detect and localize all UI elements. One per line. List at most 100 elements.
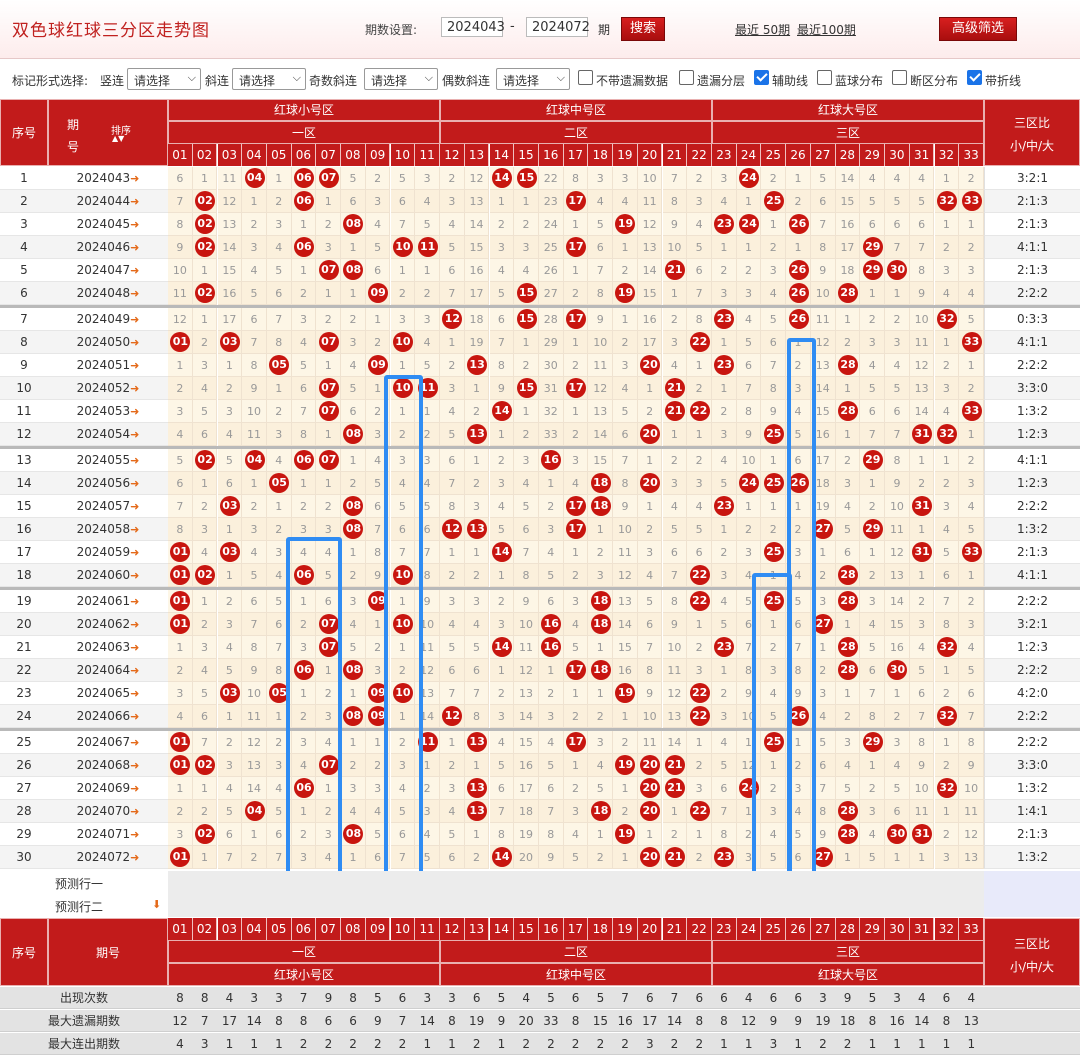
aux-line-checkbox[interactable] xyxy=(754,70,769,85)
trend-cell: 3 xyxy=(192,518,218,541)
recent-100-link[interactable]: 最近100期 xyxy=(797,21,856,38)
arrow-right-icon[interactable]: ➜ xyxy=(130,523,139,536)
arrow-right-icon[interactable]: ➜ xyxy=(130,359,139,372)
arrow-right-icon[interactable]: ➜ xyxy=(130,313,139,326)
trend-cell: 08 xyxy=(341,213,366,236)
no-miss-data-checkbox[interactable] xyxy=(578,70,593,85)
trend-cell: 16 xyxy=(835,213,861,236)
number-header-24: 24 xyxy=(736,144,762,166)
trend-cell: 08 xyxy=(341,518,366,541)
trend-cell: 5 xyxy=(440,236,465,259)
arrow-right-icon[interactable]: ➜ xyxy=(130,477,139,490)
footer-value: 3 xyxy=(645,1037,654,1051)
vertical-select[interactable]: 请选择 ⌵ xyxy=(127,68,201,90)
trend-cell: 6 xyxy=(538,590,564,613)
trend-cell: 07 xyxy=(316,449,342,472)
arrow-right-icon[interactable]: ➜ xyxy=(130,428,139,441)
even-diagonal-select[interactable]: 请选择 ⌵ xyxy=(496,68,570,90)
arrow-right-icon[interactable]: ➜ xyxy=(130,382,139,395)
trend-cell: 2 xyxy=(736,518,762,541)
arrow-right-icon[interactable]: ➜ xyxy=(130,218,139,231)
arrow-right-icon[interactable]: ➜ xyxy=(130,618,139,631)
arrow-right-icon[interactable]: ➜ xyxy=(130,287,139,300)
arrow-right-icon[interactable]: ➜ xyxy=(130,264,139,277)
footer-value: 5 xyxy=(868,991,877,1005)
trend-cell: 3 xyxy=(712,564,737,587)
arrow-right-icon[interactable]: ➜ xyxy=(130,172,139,185)
number-header-08: 08 xyxy=(341,918,366,940)
footer-value: 4 xyxy=(744,991,753,1005)
arrow-right-icon[interactable]: ➜ xyxy=(130,454,139,467)
trend-cell: 2 xyxy=(514,423,539,446)
arrow-right-icon[interactable]: ➜ xyxy=(130,828,139,841)
trend-cell: 4 xyxy=(885,354,910,377)
trend-cell: 21 xyxy=(662,259,688,282)
trend-cell: 3 xyxy=(761,259,787,282)
footer-value: 6 xyxy=(695,991,704,1005)
trend-cell: 2 xyxy=(464,846,490,869)
odd-diagonal-select[interactable]: 请选择 ⌵ xyxy=(364,68,438,90)
trend-cell: 4 xyxy=(934,282,960,305)
advanced-filter-button[interactable]: 高级筛选 xyxy=(939,17,1017,41)
miss-layer-checkbox[interactable] xyxy=(679,70,694,85)
trend-cell: 3 xyxy=(687,472,712,495)
arrow-right-icon[interactable]: ➜ xyxy=(130,710,139,723)
arrow-right-icon[interactable]: ➜ xyxy=(130,736,139,749)
arrow-right-icon[interactable]: ➜ xyxy=(130,569,139,582)
blue-ball-checkbox[interactable] xyxy=(817,70,832,85)
period-header[interactable]: 期 号 排序 ▲▼ xyxy=(48,99,168,166)
trend-cell: 2 xyxy=(563,354,589,377)
start-period-input[interactable]: 2024043 xyxy=(441,17,505,37)
trend-cell: 6 xyxy=(341,400,366,423)
end-period-input[interactable]: 2024072 xyxy=(526,17,590,37)
predict-row-1[interactable]: 预测行一 xyxy=(55,875,103,892)
sort-icon[interactable]: ▲▼ xyxy=(112,134,124,143)
number-header-27: 27 xyxy=(810,144,836,166)
row-number: 8 xyxy=(0,331,48,354)
trend-cell: 6 xyxy=(489,308,515,331)
arrow-right-icon[interactable]: ➜ xyxy=(130,805,139,818)
red-ball: 12 xyxy=(442,309,463,329)
search-button[interactable]: 搜索 xyxy=(621,17,665,41)
arrow-right-icon[interactable]: ➜ xyxy=(130,500,139,513)
arrow-right-icon[interactable]: ➜ xyxy=(130,241,139,254)
red-ball: 02 xyxy=(195,283,216,303)
trend-cell: 1 xyxy=(217,518,243,541)
footer-value: 8 xyxy=(942,1014,951,1028)
arrow-right-icon[interactable]: ➜ xyxy=(130,195,139,208)
trend-cell: 2 xyxy=(613,800,638,823)
arrow-right-icon[interactable]: ➜ xyxy=(130,851,139,864)
trend-cell: 14 xyxy=(464,213,490,236)
trend-cell: 1 xyxy=(192,590,218,613)
red-ball: 01 xyxy=(170,542,191,562)
arrow-right-icon[interactable]: ➜ xyxy=(130,546,139,559)
trend-cell: 11 xyxy=(637,190,663,213)
trend-cell: 5 xyxy=(860,636,886,659)
trend-cell: 6 xyxy=(736,354,762,377)
fold-line-checkbox[interactable] xyxy=(967,70,982,85)
zone-ratio: 0:3:3 xyxy=(984,308,1080,331)
arrow-right-icon[interactable]: ➜ xyxy=(130,595,139,608)
arrow-right-icon[interactable]: ➜ xyxy=(130,405,139,418)
red-ball: 25 xyxy=(763,191,784,211)
trend-cell: 26 xyxy=(786,259,811,282)
predict-row-2[interactable]: 预测行二 xyxy=(55,898,103,915)
arrow-right-icon[interactable]: ➜ xyxy=(130,641,139,654)
break-zone-checkbox[interactable] xyxy=(892,70,907,85)
arrow-right-icon[interactable]: ➜ xyxy=(130,664,139,677)
number-header-12: 12 xyxy=(440,144,465,166)
trend-cell: 10 xyxy=(810,282,836,305)
recent-50-link[interactable]: 最近 50期 xyxy=(735,21,790,38)
predict-arrow-icon[interactable]: ⬇ xyxy=(152,898,161,911)
trend-cell: 4 xyxy=(712,190,737,213)
trend-cell: 05 xyxy=(266,354,292,377)
arrow-right-icon[interactable]: ➜ xyxy=(130,782,139,795)
footer-value: 14 xyxy=(666,1014,683,1028)
arrow-right-icon[interactable]: ➜ xyxy=(130,759,139,772)
trend-cell: 7 xyxy=(440,282,465,305)
arrow-right-icon[interactable]: ➜ xyxy=(130,687,139,700)
number-header-03: 03 xyxy=(217,918,243,940)
diagonal-select[interactable]: 请选择 ⌵ xyxy=(232,68,306,90)
trend-cell: 4 xyxy=(712,590,737,613)
arrow-right-icon[interactable]: ➜ xyxy=(130,336,139,349)
